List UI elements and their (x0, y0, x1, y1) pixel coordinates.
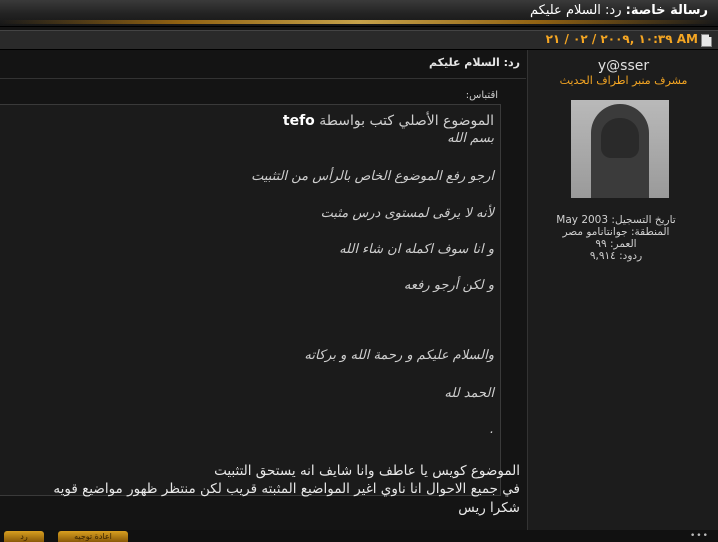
quote-line: و لكن أرجو رفعه (403, 278, 494, 293)
post-content: رد: السلام عليكم اقتباس: الموضوع الأصلي … (0, 50, 526, 542)
post-count: ردود: ٩,٩١٤ (589, 250, 643, 262)
user-info: تاريخ التسجيل: May 2003 المنطقة: جوانتان… (528, 214, 704, 262)
quote-box: الموضوع الأصلي كتب بواسطة tefo بسم الله … (0, 104, 501, 496)
title-glow (0, 20, 718, 24)
forward-button[interactable]: اعادة توجيه (58, 531, 128, 542)
quote-author-link[interactable]: tefo (283, 113, 315, 129)
post-date: AM ١٠:٣٩ ,٢٠٠٩ / ٠٢ / ٢١ (545, 32, 698, 46)
quote-line: . (489, 422, 494, 437)
quote-line: الحمد لله (444, 386, 494, 401)
post-body-line: في جميع الاحوال انا ناوي اغير المواضيع ا… (53, 481, 520, 497)
post-icon (701, 34, 712, 47)
quote-line: ارجو رفع الموضوع الخاص بالرأس من التثبيت (251, 169, 494, 184)
avatar[interactable] (571, 100, 669, 198)
quote-line: بسم الله (447, 131, 494, 146)
post-divider (0, 78, 526, 79)
user-panel: y@sser مشرف منبر اطراف الحديث تاريخ التس… (527, 50, 718, 542)
more-icon[interactable]: ••• (690, 531, 709, 541)
title-bar: رسالة خاصة: رد: السلام عليكم (0, 0, 718, 27)
age: العمر: ٩٩ (595, 238, 637, 250)
post-title: رد: السلام عليكم (428, 56, 520, 69)
quote-line: والسلام عليكم و رحمة الله و بركاته (304, 348, 494, 363)
location: المنطقة: جوانتانامو مصر (562, 226, 670, 238)
post-body-line: شكرا ريس (458, 500, 520, 516)
username-link[interactable]: y@sser (528, 58, 718, 74)
quote-line: و انا سوف اكمله ان شاء الله (339, 242, 494, 257)
join-date: تاريخ التسجيل: May 2003 (556, 214, 676, 226)
avatar-figure (591, 104, 649, 198)
post-date-bar: AM ١٠:٣٩ ,٢٠٠٩ / ٠٢ / ٢١ (0, 30, 718, 50)
thread-title: رد: السلام عليكم (530, 3, 622, 18)
user-title: مشرف منبر اطراف الحديث (559, 74, 688, 87)
post-body-line: الموضوع كويس يا عاطف وانا شايف انه يستحق… (214, 463, 520, 479)
reply-button[interactable]: رد (4, 531, 44, 542)
quote-header: الموضوع الأصلي كتب بواسطة tefo (283, 113, 494, 129)
quote-header-prefix: الموضوع الأصلي كتب بواسطة (319, 113, 494, 129)
page-title: رسالة خاصة: رد: السلام عليكم (530, 3, 708, 18)
quote-line: لأنه لا يرقى لمستوى درس مثبت (320, 206, 494, 221)
quote-label: اقتباس: (465, 90, 498, 101)
private-message-label: رسالة خاصة: (625, 3, 708, 18)
